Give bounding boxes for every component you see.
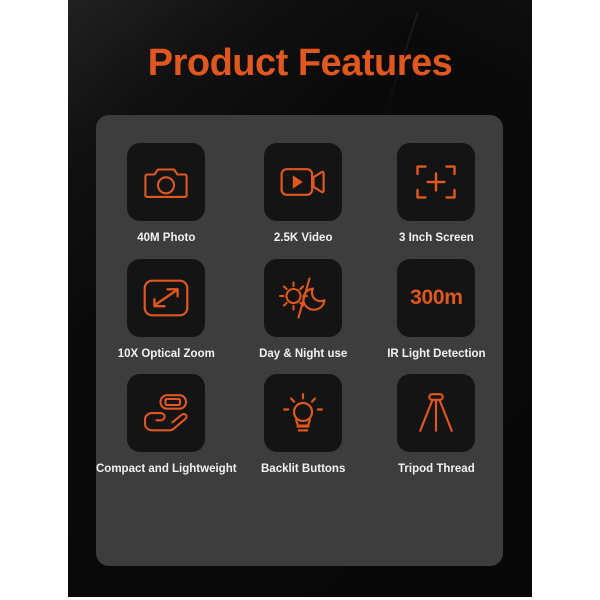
feature-label: Backlit Buttons: [261, 463, 346, 476]
feature-icon-tile: [127, 143, 206, 221]
feature-icon-tile: [127, 374, 206, 453]
feature-item: Compact and Lightweight: [96, 374, 237, 476]
screen-crosshair-icon: [416, 165, 457, 199]
features-grid: 40M Photo 2.5K Video 3 Inch Screen 10X O…: [96, 143, 503, 476]
product-panel: Product Features 40M Photo 2.5K Video 3 …: [68, 0, 532, 597]
product-features-image: Product Features 40M Photo 2.5K Video 3 …: [0, 0, 600, 600]
feature-item: Backlit Buttons: [237, 374, 370, 476]
feature-icon-tile: [264, 143, 343, 221]
distance-300m-text-icon: 300m: [410, 285, 463, 309]
feature-icon-tile: [397, 374, 476, 453]
feature-label: 3 Inch Screen: [398, 232, 474, 244]
feature-icon-tile: [264, 258, 343, 337]
feature-label: Tripod Thread: [398, 463, 475, 476]
feature-icon-tile: 300m: [397, 258, 476, 337]
feature-icon-tile: [127, 258, 206, 337]
lightbulb-icon: [283, 393, 324, 432]
page-title: Product Features: [147, 42, 453, 84]
feature-item: Tripod Thread: [370, 374, 503, 476]
feature-item: 2.5K Video: [237, 143, 370, 245]
feature-icon-tile: [264, 374, 343, 453]
feature-label: 2.5K Video: [273, 232, 333, 244]
feature-item: Day & Night use: [237, 258, 370, 361]
features-card: 40M Photo 2.5K Video 3 Inch Screen 10X O…: [96, 115, 503, 566]
camera-icon: [144, 168, 188, 198]
video-camera-icon: [280, 168, 325, 196]
feature-label: 10X Optical Zoom: [117, 347, 215, 360]
feature-item: 300m IR Light Detection: [370, 258, 503, 361]
feature-item: 40M Photo: [96, 143, 237, 245]
hand-holding-device-icon: [144, 394, 188, 432]
tripod-icon: [419, 393, 454, 433]
feature-item: 10X Optical Zoom: [96, 258, 237, 361]
feature-label: IR Light Detection: [387, 347, 486, 360]
sun-moon-icon: [279, 277, 326, 319]
feature-item: 3 Inch Screen: [370, 143, 503, 245]
feature-label: Day & Night use: [259, 347, 348, 360]
feature-label: 40M Photo: [137, 232, 196, 244]
feature-label: Compact and Lightweight: [96, 463, 237, 476]
feature-icon-tile: [397, 143, 476, 221]
expand-arrows-icon: [143, 279, 189, 317]
